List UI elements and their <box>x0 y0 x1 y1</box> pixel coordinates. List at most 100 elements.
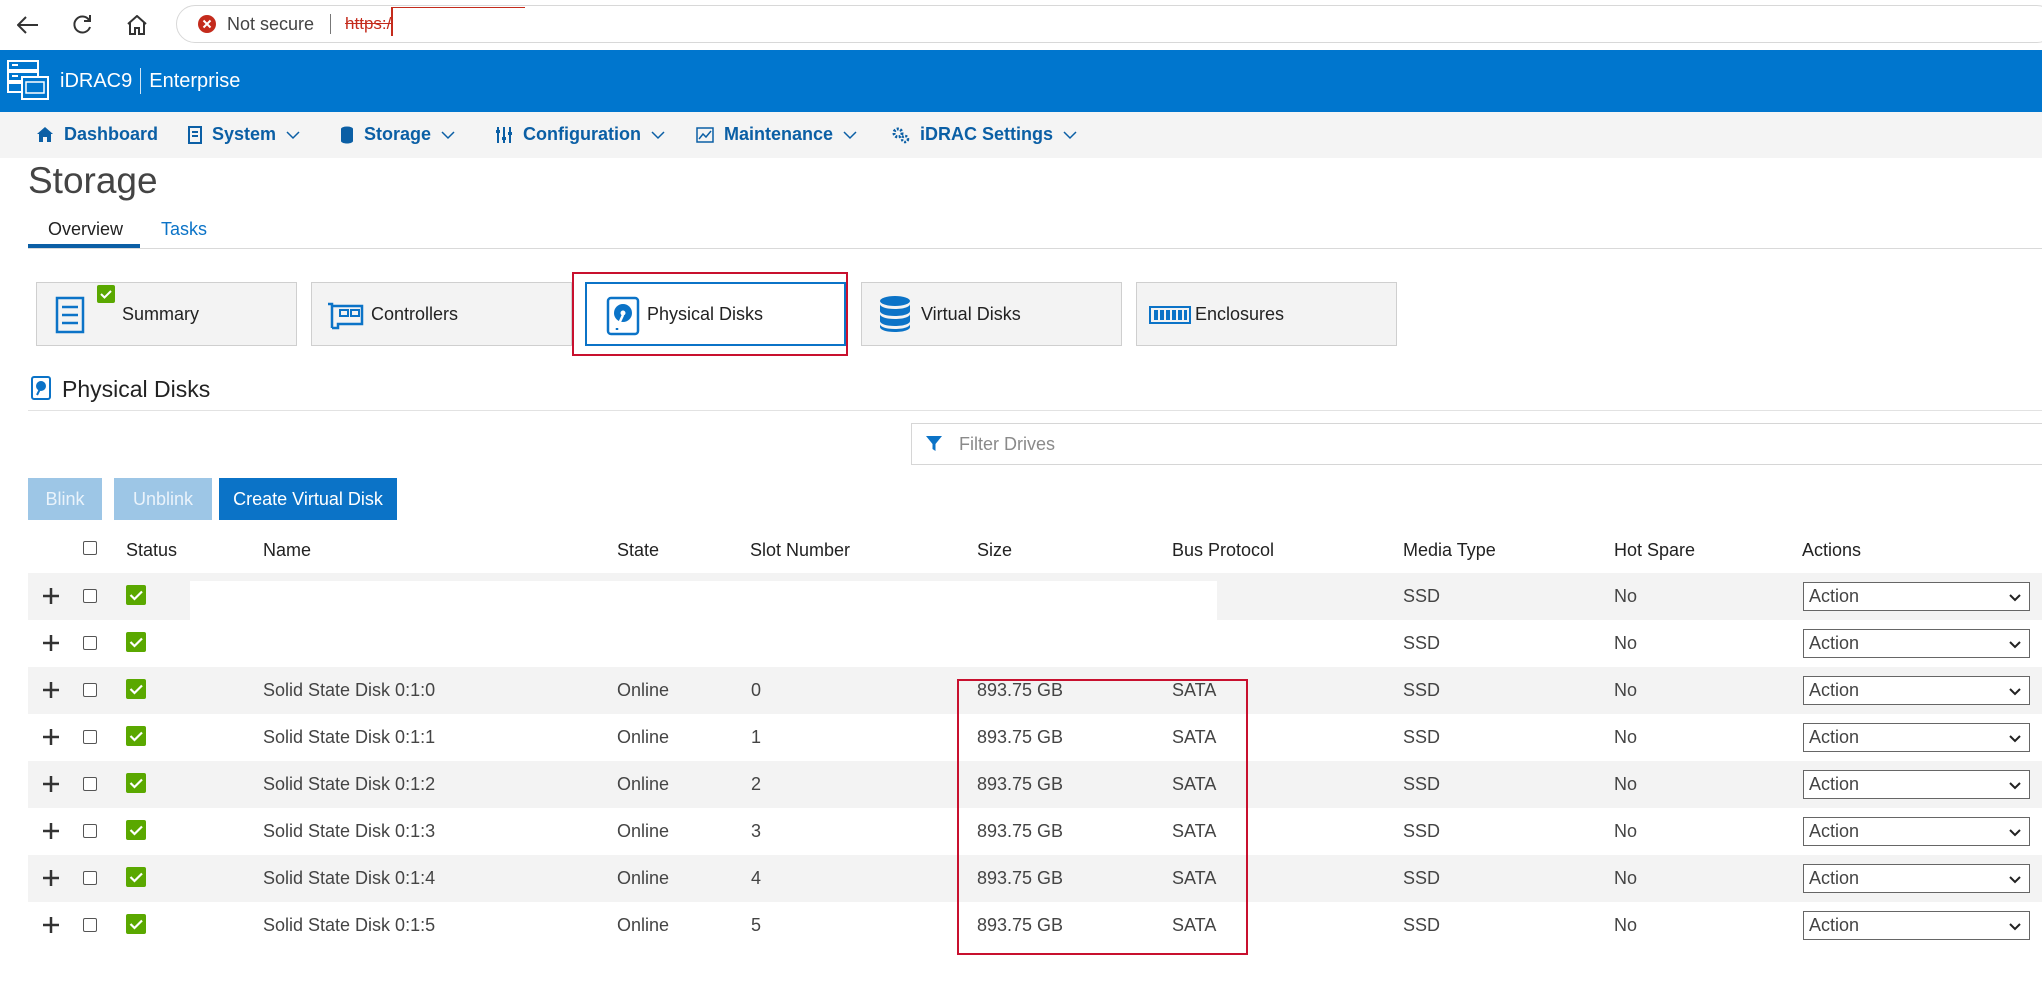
action-select[interactable]: Action <box>1803 629 2030 658</box>
create-virtual-disk-button[interactable]: Create Virtual Disk <box>219 478 397 520</box>
product-edition: Enterprise <box>149 69 241 92</box>
back-arrow-icon <box>17 16 38 34</box>
action-select[interactable]: Action <box>1803 770 2030 799</box>
row-checkbox[interactable] <box>83 824 97 838</box>
row-checkbox[interactable] <box>83 871 97 885</box>
cell-state: Online <box>617 774 670 794</box>
home-button[interactable] <box>119 10 155 40</box>
menu-system[interactable]: System <box>188 124 300 145</box>
active-tab-indicator <box>28 244 140 248</box>
physical-disk-icon <box>31 376 51 400</box>
action-select[interactable]: Action <box>1803 676 2030 705</box>
expand-plus-icon[interactable] <box>40 771 62 797</box>
row-checkbox[interactable] <box>83 730 97 744</box>
action-select-value: Action <box>1809 727 1860 747</box>
action-select[interactable]: Action <box>1803 817 2030 846</box>
menu-idrac-settings[interactable]: iDRAC Settings <box>892 124 1077 145</box>
chevron-down-icon <box>2009 641 2021 649</box>
address-separator <box>330 14 332 34</box>
card-summary[interactable]: Summary <box>36 282 297 346</box>
expand-plus-icon[interactable] <box>40 912 62 938</box>
column-header-hot-spare: Hot Spare <box>1614 540 1696 560</box>
column-header-name: Name <box>263 540 312 560</box>
section-title: Physical Disks <box>62 376 211 402</box>
filter-drives-box[interactable] <box>911 423 2042 465</box>
expand-plus-icon[interactable] <box>40 677 62 703</box>
tab-overview[interactable]: Overview <box>48 219 123 240</box>
virtual-disk-icon <box>880 296 910 332</box>
cell-state: Online <box>617 821 670 841</box>
menu-storage[interactable]: Storage <box>340 124 455 145</box>
cell-media-type: SSD <box>1403 821 1441 841</box>
cell-name: Solid State Disk 0:1:0 <box>263 680 436 700</box>
unblink-button[interactable]: Unblink <box>114 478 212 520</box>
cell-name: Solid State Disk 0:1:1 <box>263 727 436 747</box>
cell-state: Online <box>617 680 670 700</box>
expand-plus-icon[interactable] <box>40 583 62 609</box>
action-select[interactable]: Action <box>1803 582 2030 611</box>
card-enclosures[interactable]: Enclosures <box>1136 282 1397 346</box>
cell-hot-spare: No <box>1614 774 1638 794</box>
status-ok-icon <box>126 679 146 699</box>
column-header-status: Status <box>126 540 178 560</box>
size-bus-highlight <box>957 679 1248 955</box>
action-select[interactable]: Action <box>1803 864 2030 893</box>
home-icon <box>127 15 147 35</box>
card-controllers[interactable]: Controllers <box>311 282 572 346</box>
menu-dashboard-label: Dashboard <box>64 124 159 144</box>
row-checkbox[interactable] <box>83 589 97 603</box>
expand-plus-icon[interactable] <box>40 724 62 750</box>
card-enclosures-label: Enclosures <box>1195 303 1285 324</box>
cell-media-type: SSD <box>1403 633 1441 653</box>
reload-icon <box>73 15 91 34</box>
summary-icon <box>55 296 85 334</box>
cell-name: Solid State Disk 0:1:3 <box>263 821 436 841</box>
menu-configuration-label: Configuration <box>523 124 641 144</box>
select-all-checkbox[interactable] <box>83 541 97 555</box>
enclosure-icon <box>1149 306 1191 324</box>
chart-icon <box>696 126 714 143</box>
chevron-down-icon <box>1063 130 1077 139</box>
cell-hot-spare: No <box>1614 727 1638 747</box>
blink-button[interactable]: Blink <box>28 478 102 520</box>
idrac-logo-icon <box>7 60 49 100</box>
card-virtual-disks-label: Virtual Disks <box>921 303 1021 324</box>
menu-system-label: System <box>212 124 277 144</box>
main-menu: Dashboard System Storage Configuration M… <box>0 112 2042 158</box>
tabs-divider <box>28 248 2042 249</box>
menu-dashboard[interactable]: Dashboard <box>36 124 158 145</box>
card-controllers-label: Controllers <box>371 303 459 324</box>
page-title: Storage <box>28 160 158 201</box>
filter-drives-input[interactable] <box>959 433 1859 455</box>
redacted-row-area <box>190 581 1217 621</box>
chevron-down-icon <box>2009 923 2021 931</box>
action-select-value: Action <box>1809 680 1860 700</box>
column-header-actions: Actions <box>1802 540 1862 560</box>
action-select[interactable]: Action <box>1803 723 2030 752</box>
status-ok-icon <box>126 726 146 746</box>
column-header-state: State <box>617 540 660 560</box>
menu-configuration[interactable]: Configuration <box>495 124 665 145</box>
database-icon <box>341 126 353 143</box>
back-button[interactable] <box>10 10 46 40</box>
home-icon <box>37 127 53 142</box>
action-select[interactable]: Action <box>1803 911 2030 940</box>
expand-plus-icon[interactable] <box>40 630 62 656</box>
menu-maintenance[interactable]: Maintenance <box>696 124 857 145</box>
card-virtual-disks[interactable]: Virtual Disks <box>861 282 1122 346</box>
cell-slot-number: 0 <box>751 680 762 700</box>
row-checkbox[interactable] <box>83 683 97 697</box>
table-header: Status Name State Slot Number Size Bus P… <box>0 530 2042 572</box>
row-checkbox[interactable] <box>83 918 97 932</box>
cell-slot-number: 3 <box>751 821 762 841</box>
status-ok-icon <box>126 820 146 840</box>
row-checkbox[interactable] <box>83 636 97 650</box>
row-checkbox[interactable] <box>83 777 97 791</box>
reload-button[interactable] <box>64 10 100 40</box>
status-ok-icon <box>97 285 115 303</box>
product-name: iDRAC9 <box>60 69 133 92</box>
tab-tasks[interactable]: Tasks <box>161 219 207 240</box>
expand-plus-icon[interactable] <box>40 818 62 844</box>
expand-plus-icon[interactable] <box>40 865 62 891</box>
column-header-size: Size <box>977 540 1013 560</box>
